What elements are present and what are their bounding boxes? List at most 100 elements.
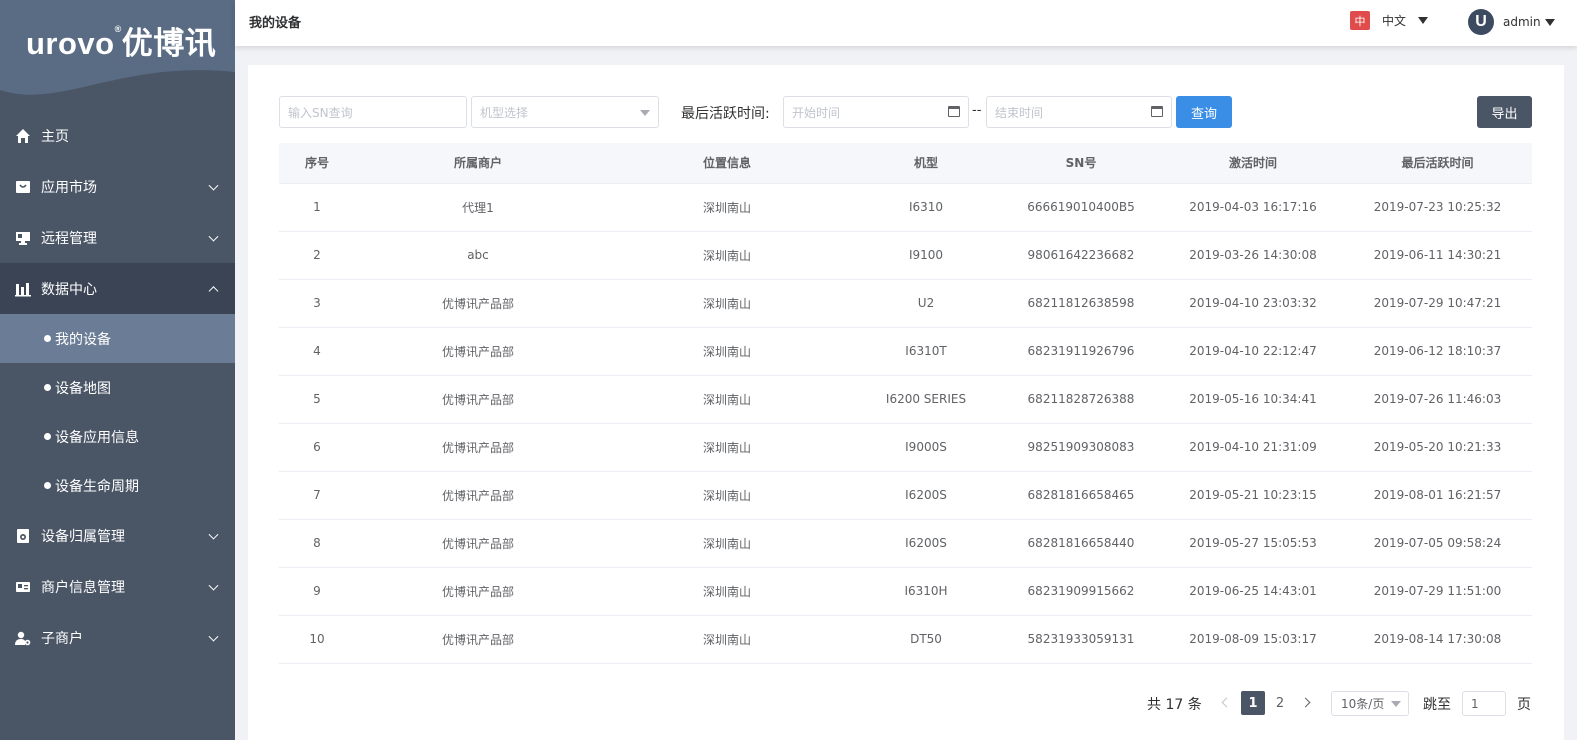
column-header[interactable]: 最后活跃时间 [1343,143,1532,184]
table-cell: I6200S [853,519,999,568]
page-size-select[interactable]: 10条/页 [1331,691,1409,716]
table-cell: 优博讯产品部 [355,423,601,472]
table-row[interactable]: 1 代理1 深圳南山 I6310 666619010400B5 2019-04-03 16… [279,183,1532,232]
page-2-button[interactable]: 2 [1268,691,1292,715]
start-date-input[interactable]: 开始时间 [783,96,969,128]
date-range-separator: -- [972,103,982,118]
start-date-placeholder: 开始时间 [792,105,841,120]
sidebar-subitem-label: 设备地图 [55,380,111,397]
table-row[interactable]: 9 优博讯产品部 深圳南山 I6310H 68231909915662 2019-06-2… [279,567,1532,616]
chevron-left-icon[interactable] [1221,697,1232,708]
page-1-button[interactable]: 1 [1241,691,1265,715]
table-cell: DT50 [853,615,999,664]
query-button[interactable]: 查询 [1176,96,1232,128]
language-flag-icon: 中 [1350,11,1370,30]
table-cell: 7 [279,471,355,520]
table-row[interactable]: 3 优博讯产品部 深圳南山 U2 68211812638598 2019-04-10 23… [279,279,1532,328]
sidebar-item-label: 商户信息管理 [41,579,125,596]
language-switcher[interactable]: 中 中文 [1350,11,1429,30]
table-cell: 2019-08-09 15:03:17 [1163,615,1343,664]
table-cell: 深圳南山 [601,471,853,520]
table-cell: 1 [279,183,355,232]
model-select-placeholder: 机型选择 [480,105,529,120]
sidebar-item-remote[interactable]: 远程管理 [0,212,235,263]
calendar-icon[interactable] [948,106,960,117]
sidebar-item-device-ownership[interactable]: 设备归属管理 [0,510,235,561]
table-cell: 2019-08-14 17:30:08 [1343,615,1532,664]
table-cell: I6310H [853,567,999,616]
end-date-placeholder: 结束时间 [995,105,1044,120]
table-row[interactable]: 4 优博讯产品部 深圳南山 I6310T 68231911926796 2019-04-1… [279,327,1532,376]
table-cell: 2019-05-20 10:21:33 [1343,423,1532,472]
table-row[interactable]: 10 优博讯产品部 深圳南山 DT50 58231933059131 2019-08-09… [279,615,1532,664]
chevron-down-icon [208,231,219,242]
model-select[interactable]: 机型选择 [471,96,659,128]
sidebar-item-merchant-info[interactable]: 商户信息管理 [0,561,235,612]
table-cell: 68211812638598 [999,279,1163,328]
column-header[interactable]: SN号 [999,143,1163,184]
jump-page-input[interactable]: 1 [1462,691,1506,716]
caret-down-icon [1418,17,1429,24]
column-header[interactable]: 位置信息 [601,143,853,184]
export-button[interactable]: 导出 [1477,96,1532,128]
end-date-input[interactable]: 结束时间 [986,96,1172,128]
column-header[interactable]: 所属商户 [355,143,601,184]
table-cell: 8 [279,519,355,568]
table-cell: 98251909308083 [999,423,1163,472]
sidebar-item-sub-merchant[interactable]: 子商户 [0,612,235,663]
table-cell: 68231911926796 [999,327,1163,376]
table-cell: 优博讯产品部 [355,471,601,520]
sidebar-item-home[interactable]: 主页 [0,110,235,161]
calendar-icon[interactable] [1151,106,1163,117]
sidebar-subitem-label: 设备应用信息 [55,429,139,446]
table-cell: 2019-04-10 21:31:09 [1163,423,1343,472]
logo-mark: ® [114,24,122,34]
table-cell: 2019-07-29 11:51:00 [1343,567,1532,616]
sidebar-subitem-device-lifecycle[interactable]: 设备生命周期 [0,461,235,510]
jump-label: 跳至 [1423,697,1451,713]
avatar: U [1468,9,1494,35]
table-row[interactable]: 8 优博讯产品部 深圳南山 I6200S 68281816658440 2019-05-2… [279,519,1532,568]
column-header[interactable]: 机型 [853,143,999,184]
sidebar-item-label: 子商户 [41,630,83,647]
table-row[interactable]: 5 优博讯产品部 深圳南山 I6200 SERIES 68211828726388 201… [279,375,1532,424]
sidebar-subitem-device-apps[interactable]: 设备应用信息 [0,412,235,461]
column-header[interactable]: 序号 [279,143,355,184]
table-cell: 深圳南山 [601,423,853,472]
username: admin [1503,15,1541,29]
sidebar-subitem-my-devices[interactable]: 我的设备 [0,314,235,363]
table-row[interactable]: 2 abc 深圳南山 I9100 98061642236682 2019-03-26 14… [279,231,1532,280]
logo-cn: 优博讯 [121,26,217,61]
table-cell: 深圳南山 [601,327,853,376]
sidebar-item-data-center[interactable]: 数据中心 [0,263,235,314]
user-menu[interactable]: U admin [1468,9,1555,35]
table-cell: 优博讯产品部 [355,519,601,568]
bullet-icon [44,384,51,391]
sidebar-subitem-device-map[interactable]: 设备地图 [0,363,235,412]
user-gear-icon [14,629,32,647]
table-cell: 优博讯产品部 [355,279,601,328]
table-cell: 优博讯产品部 [355,615,601,664]
table-cell: 3 [279,279,355,328]
sidebar-item-app-market[interactable]: 应用市场 [0,161,235,212]
store-icon [14,178,32,196]
table-cell: 2019-05-27 15:05:53 [1163,519,1343,568]
sidebar-item-label: 数据中心 [41,281,97,298]
table-cell: 10 [279,615,355,664]
sidebar-item-label: 主页 [41,128,69,145]
table-row[interactable]: 7 优博讯产品部 深圳南山 I6200S 68281816658465 2019-05-2… [279,471,1532,520]
sidebar-subitem-label: 我的设备 [55,331,111,348]
top-header: 我的设备 中 中文 U admin [235,0,1577,46]
column-header[interactable]: 激活时间 [1163,143,1343,184]
table-cell: 68281816658440 [999,519,1163,568]
table-cell: 2019-04-10 23:03:32 [1163,279,1343,328]
table-cell: abc [355,231,601,280]
table-cell: 2019-07-26 11:46:03 [1343,375,1532,424]
table-row[interactable]: 6 优博讯产品部 深圳南山 I9000S 98251909308083 2019-04-1… [279,423,1532,472]
sn-search-input[interactable]: 输入SN查询 [279,96,467,128]
table-cell: 深圳南山 [601,375,853,424]
sidebar-item-label: 应用市场 [41,179,97,196]
bar-chart-icon [14,280,32,298]
chevron-right-icon[interactable] [1300,697,1311,708]
table-cell: 2019-04-10 22:12:47 [1163,327,1343,376]
